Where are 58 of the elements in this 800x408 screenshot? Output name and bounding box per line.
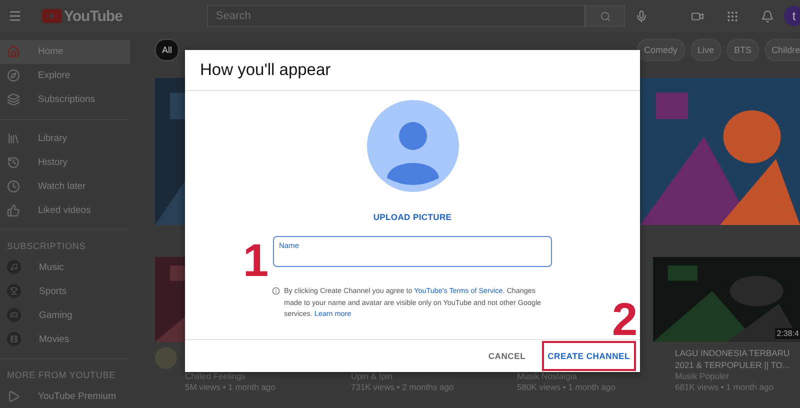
filter-chip[interactable]: Childre <box>764 39 800 61</box>
thumbs-up-icon <box>7 204 20 217</box>
sidebar-label: Sports <box>39 286 66 297</box>
bell-icon[interactable] <box>761 10 774 22</box>
sidebar-item[interactable]: Explore <box>0 64 130 88</box>
trophy-icon <box>7 284 21 298</box>
upload-picture-link[interactable]: UPLOAD PICTURE <box>373 212 452 222</box>
music-icon <box>7 260 21 274</box>
sidebar-item[interactable]: Library <box>0 126 130 151</box>
sidebar-item[interactable]: Watch later <box>0 174 130 198</box>
menu-icon[interactable] <box>8 9 22 23</box>
step-number: 1 <box>243 241 269 279</box>
sidebar-label: YouTube Premium <box>38 390 116 402</box>
logo-icon <box>42 9 62 23</box>
clock-icon <box>7 180 20 194</box>
sidebar-label: Liked videos <box>38 204 91 216</box>
sidebar-label: Movies <box>39 334 70 345</box>
sidebar-label: Watch later <box>38 181 86 192</box>
step-number: 2 <box>612 300 638 338</box>
filter-chip[interactable]: All <box>155 39 180 61</box>
duration-badge: 2:38:4 <box>774 328 800 339</box>
sidebar-item[interactable]: History <box>0 150 130 175</box>
sidebar-label: Library <box>38 133 68 144</box>
logo-text: YouTube <box>64 8 122 24</box>
avatar-placeholder-icon <box>366 100 458 192</box>
sidebar-label: History <box>38 157 68 168</box>
video-camera-icon[interactable] <box>691 10 704 22</box>
film-icon <box>7 332 21 346</box>
sidebar-label: Subscriptions <box>38 94 96 106</box>
info-icon <box>272 287 280 295</box>
sidebar-item[interactable]: Sports <box>0 279 130 304</box>
video-title[interactable]: LAGU INDONESIA TERBARU 2021 & TERPOPULER || TO... <box>675 347 800 371</box>
search-button[interactable] <box>585 5 625 27</box>
gamepad-icon <box>7 308 21 322</box>
microphone-icon[interactable] <box>635 10 648 22</box>
filter-chip[interactable]: Live <box>690 39 722 61</box>
apps-grid-icon[interactable] <box>726 10 739 22</box>
sidebar-item[interactable]: YouTube Premium <box>0 384 130 408</box>
account-avatar[interactable]: t <box>784 6 800 26</box>
sidebar-item[interactable]: Subscriptions <box>0 88 130 112</box>
sidebar-item[interactable]: Gaming <box>0 303 130 328</box>
filter-chip[interactable]: Comedy <box>637 39 685 61</box>
sidebar-label: Explore <box>38 70 70 82</box>
filter-chip[interactable]: BTS <box>727 39 759 61</box>
play-icon <box>7 390 20 402</box>
sidebar-item[interactable]: Liked videos <box>0 198 130 222</box>
create-channel-button[interactable]: CREATE CHANNEL <box>542 341 636 371</box>
compass-icon <box>7 69 20 82</box>
library-icon <box>7 132 20 146</box>
sidebar-label: Music <box>39 262 64 273</box>
history-icon <box>7 156 20 170</box>
sidebar-label: Gaming <box>39 310 72 321</box>
home-icon <box>7 45 20 58</box>
sidebar-item[interactable]: Movies <box>0 327 130 352</box>
dialog-title: How you'll appear <box>200 60 331 80</box>
sidebar-item[interactable]: Music <box>0 255 130 280</box>
search-icon <box>600 10 610 22</box>
subscriptions-icon <box>7 93 20 106</box>
